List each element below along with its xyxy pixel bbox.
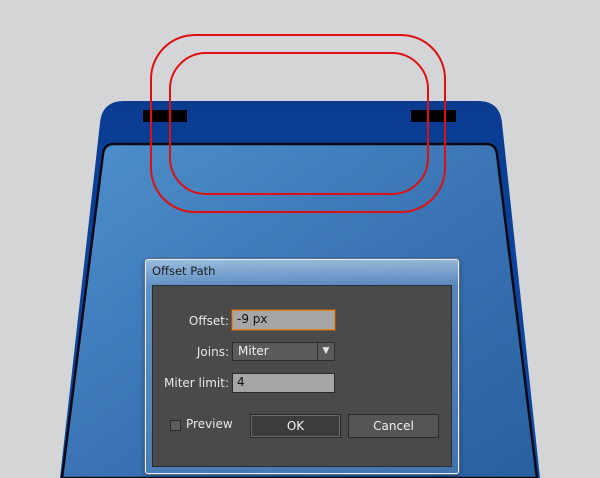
joins-select-value: Miter xyxy=(238,344,269,358)
chevron-down-icon: ▼ xyxy=(317,343,334,360)
miter-limit-input[interactable]: 4 xyxy=(232,373,335,393)
preview-checkbox[interactable] xyxy=(170,420,181,431)
offset-path-dialog: Offset Path Offset: -9 px Joins: Miter ▼… xyxy=(145,259,459,474)
offset-label: Offset: xyxy=(188,314,229,328)
tab-right xyxy=(411,110,456,122)
joins-label: Joins: xyxy=(196,345,229,359)
ok-button[interactable]: OK xyxy=(250,414,341,438)
miter-limit-label: Miter limit: xyxy=(164,376,229,390)
preview-label: Preview xyxy=(186,417,233,431)
dialog-body: Offset: -9 px Joins: Miter ▼ Miter limit… xyxy=(152,285,452,467)
cancel-button[interactable]: Cancel xyxy=(348,414,439,438)
joins-select[interactable]: Miter ▼ xyxy=(232,342,335,361)
dialog-title: Offset Path xyxy=(152,264,216,278)
tab-left xyxy=(143,110,187,122)
offset-input[interactable]: -9 px xyxy=(232,310,335,330)
